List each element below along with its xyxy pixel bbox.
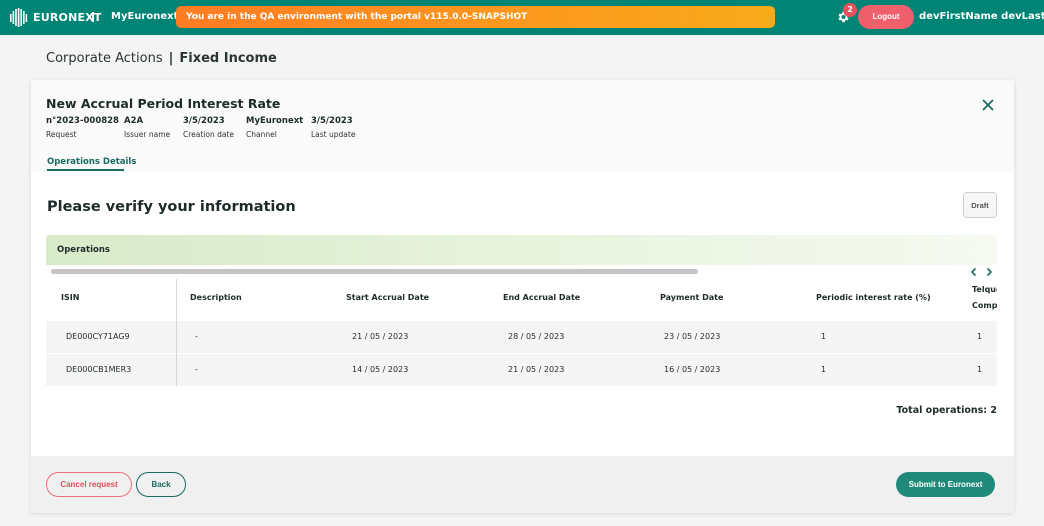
cell-payment-date: 16 / 05 / 2023 [664, 365, 721, 374]
meta-request: n°2023-000828 Request [46, 116, 119, 139]
table-row[interactable]: DE000CY71AG9 - 21 / 05 / 2023 28 / 05 / … [46, 321, 997, 353]
meta-request-label: Request [46, 130, 77, 139]
request-card: New Accrual Period Interest Rate n°2023-… [31, 80, 1014, 513]
tab-operations-details[interactable]: Operations Details [47, 157, 136, 167]
cell-end-accrual-date: 28 / 05 / 2023 [508, 332, 565, 341]
breadcrumb-corporate-actions[interactable]: Corporate Actions [46, 51, 163, 66]
meta-last-update-label: Last update [311, 130, 356, 139]
column-header-payment-date: Payment Date [660, 293, 724, 302]
close-icon[interactable] [981, 98, 995, 112]
breadcrumb: Corporate Actions | Fixed Income [46, 51, 277, 66]
page-heading: Please verify your information [47, 199, 296, 215]
app-name[interactable]: MyEuronext [111, 11, 178, 22]
submit-to-euronext-button[interactable]: Submit to Euronext [896, 472, 995, 497]
breadcrumb-separator: | [168, 51, 174, 66]
top-navigation-bar: EURONEXT MyEuronext You are in the QA en… [0, 0, 1044, 35]
meta-channel-label: Channel [246, 130, 277, 139]
cell-telque-compo: 1 [977, 332, 983, 341]
meta-issuer-value: A2A [124, 116, 144, 126]
column-header-periodic-interest-rate: Periodic interest rate (%) [816, 293, 931, 302]
meta-request-value: n°2023-000828 [46, 116, 119, 126]
euronext-logo-icon [10, 8, 28, 27]
action-footer: Cancel request Back Submit to Euronext [31, 456, 1014, 513]
column-header-end-accrual-date: End Accrual Date [503, 293, 581, 302]
draft-button[interactable]: Draft [963, 192, 997, 218]
topbar-separator [92, 12, 94, 22]
cell-payment-date: 23 / 05 / 2023 [664, 332, 721, 341]
cell-periodic-interest-rate: 1 [821, 332, 827, 341]
scroll-right-chevron-icon[interactable] [983, 266, 995, 278]
back-button[interactable]: Back [136, 472, 186, 497]
scroll-left-chevron-icon[interactable] [968, 266, 980, 278]
cell-description: - [195, 332, 198, 341]
cell-description: - [195, 365, 198, 374]
meta-issuer-label: Issuer name [124, 130, 171, 139]
cell-end-accrual-date: 21 / 05 / 2023 [508, 365, 565, 374]
user-name[interactable]: devFirstName devLastName [919, 11, 1044, 22]
frozen-column-divider [176, 279, 177, 386]
operations-section-header: Operations [46, 235, 997, 265]
table-row[interactable]: DE000CB1MER3 - 14 / 05 / 2023 21 / 05 / … [46, 354, 997, 386]
column-header-compo: Compo [972, 301, 997, 310]
meta-last-update: 3/5/2023 Last update [311, 116, 355, 139]
settings-notification-badge: 2 [843, 3, 857, 17]
request-title: New Accrual Period Interest Rate [46, 96, 281, 111]
cell-periodic-interest-rate: 1 [821, 365, 827, 374]
environment-banner: You are in the QA environment with the p… [176, 6, 775, 28]
table-horizontal-scrollbar[interactable] [51, 269, 698, 274]
total-operations: Total operations: 2 [896, 405, 997, 416]
column-header-isin: ISIN [61, 293, 80, 302]
meta-creation-date: 3/5/2023 Creation date [183, 116, 234, 139]
meta-channel-value: MyEuronext [246, 116, 304, 126]
column-header-start-accrual-date: Start Accrual Date [346, 293, 430, 302]
cell-isin: DE000CB1MER3 [66, 365, 132, 374]
operations-label: Operations [57, 245, 110, 255]
table-header-row: ISIN Description Start Accrual Date End … [46, 279, 997, 320]
cell-telque-compo: 1 [977, 365, 983, 374]
column-header-telque: Telque [972, 285, 997, 294]
meta-creation-date-label: Creation date [183, 130, 235, 139]
column-header-description: Description [190, 293, 242, 302]
cancel-request-button[interactable]: Cancel request [46, 472, 132, 497]
request-header: New Accrual Period Interest Rate n°2023-… [31, 80, 1014, 171]
euronext-logo[interactable]: EURONEXT [9, 8, 102, 27]
meta-issuer: A2A Issuer name [124, 116, 170, 139]
operations-table: ISIN Description Start Accrual Date End … [46, 279, 997, 386]
cell-start-accrual-date: 14 / 05 / 2023 [352, 365, 409, 374]
meta-creation-date-value: 3/5/2023 [183, 116, 225, 126]
logout-button[interactable]: Logout [858, 5, 914, 29]
operations-content: Please verify your information Draft Ope… [31, 171, 1014, 456]
meta-channel: MyEuronext Channel [246, 116, 303, 139]
cell-isin: DE000CY71AG9 [66, 332, 130, 341]
breadcrumb-fixed-income: Fixed Income [179, 51, 277, 66]
meta-last-update-value: 3/5/2023 [311, 116, 353, 126]
cell-start-accrual-date: 21 / 05 / 2023 [352, 332, 409, 341]
